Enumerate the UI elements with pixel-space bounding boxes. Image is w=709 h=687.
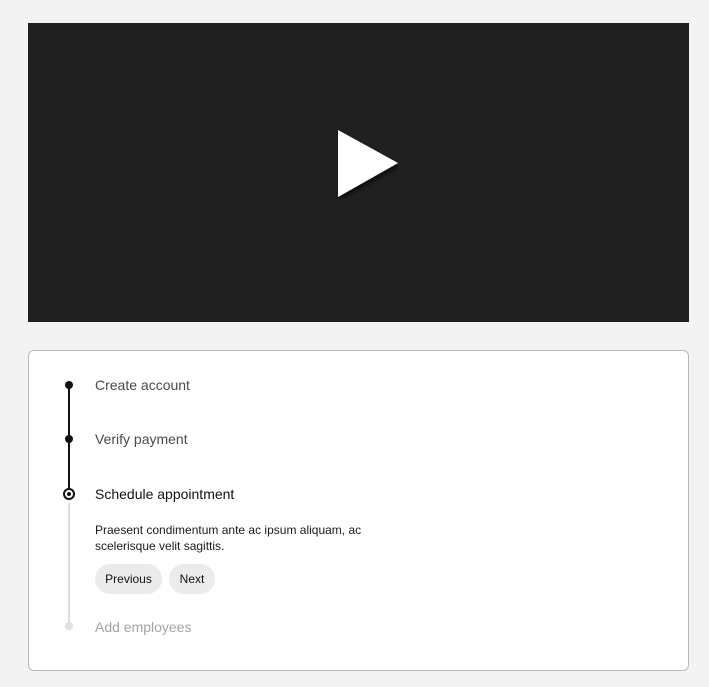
step-indicator-active bbox=[63, 488, 75, 500]
step-indicator-pending bbox=[65, 622, 73, 630]
step-indicator-completed bbox=[65, 381, 73, 389]
step-description: Praesent condimentum ante ac ipsum aliqu… bbox=[95, 523, 362, 553]
play-button[interactable] bbox=[328, 125, 398, 199]
stepper-card: Create account Verify payment Schedule a… bbox=[28, 350, 689, 671]
step-indicator-completed bbox=[65, 435, 73, 443]
step-verify-payment[interactable]: Verify payment bbox=[95, 431, 188, 447]
stepper-rail-pending bbox=[68, 503, 70, 627]
previous-button[interactable]: Previous bbox=[95, 564, 162, 594]
step-schedule-appointment[interactable]: Schedule appointment bbox=[95, 486, 234, 502]
play-icon bbox=[338, 130, 398, 197]
next-button[interactable]: Next bbox=[169, 564, 215, 594]
step-create-account[interactable]: Create account bbox=[95, 377, 190, 393]
step-add-employees: Add employees bbox=[95, 619, 192, 635]
video-player[interactable] bbox=[28, 23, 689, 322]
